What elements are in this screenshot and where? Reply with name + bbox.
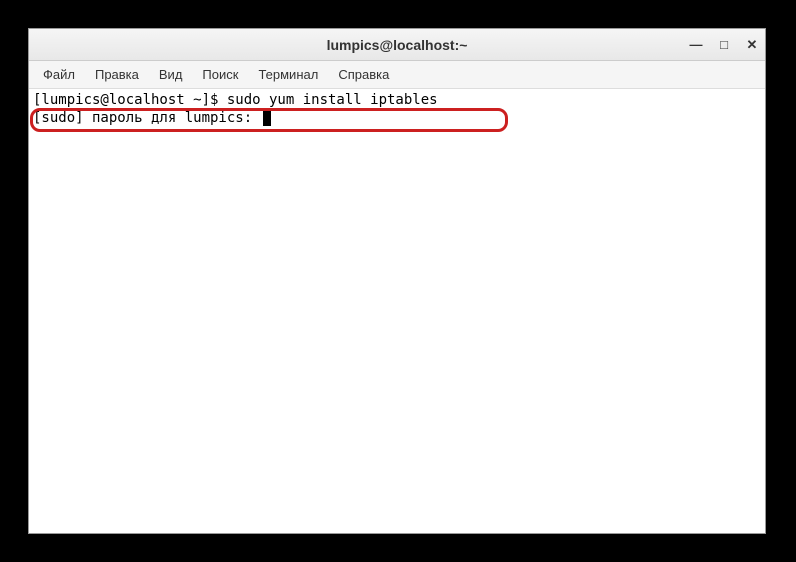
menu-terminal[interactable]: Терминал (248, 63, 328, 86)
titlebar[interactable]: lumpics@localhost:~ — □ ✕ (29, 29, 765, 61)
window-title: lumpics@localhost:~ (327, 37, 468, 53)
menubar: Файл Правка Вид Поиск Терминал Справка (29, 61, 765, 89)
close-button[interactable]: ✕ (745, 38, 759, 52)
terminal-line-command: [lumpics@localhost ~]$ sudo yum install … (33, 91, 761, 109)
terminal-output[interactable]: [lumpics@localhost ~]$ sudo yum install … (29, 89, 765, 533)
menu-file[interactable]: Файл (33, 63, 85, 86)
menu-edit[interactable]: Правка (85, 63, 149, 86)
terminal-window: lumpics@localhost:~ — □ ✕ Файл Правка Ви… (28, 28, 766, 534)
window-controls: — □ ✕ (689, 38, 759, 52)
minimize-button[interactable]: — (689, 38, 703, 52)
menu-help[interactable]: Справка (328, 63, 399, 86)
cursor-icon (263, 111, 271, 126)
maximize-button[interactable]: □ (717, 38, 731, 52)
menu-view[interactable]: Вид (149, 63, 193, 86)
terminal-line-prompt: [sudo] пароль для lumpics: (33, 109, 761, 127)
menu-search[interactable]: Поиск (192, 63, 248, 86)
